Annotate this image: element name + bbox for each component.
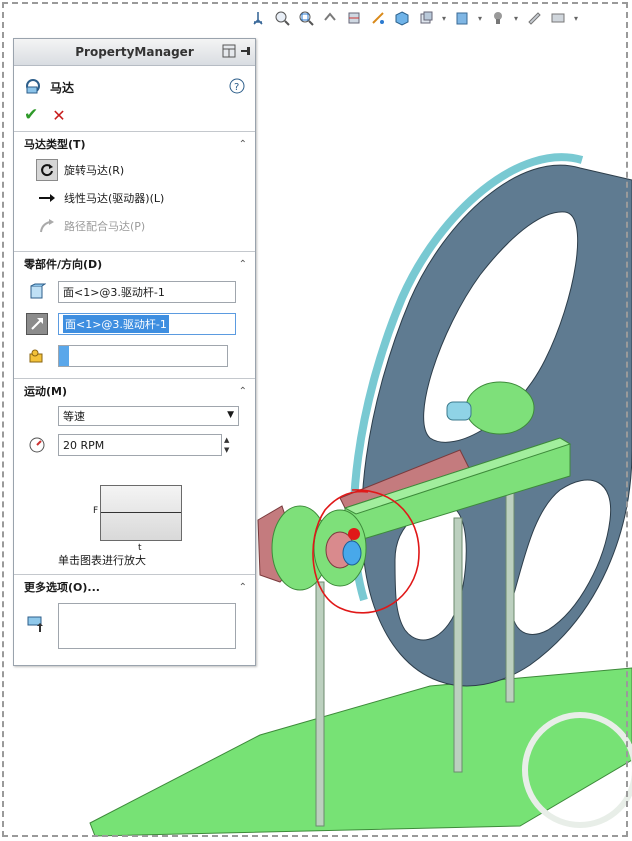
base-plate[interactable]: [89, 667, 632, 837]
dynamic-annotation-icon[interactable]: [368, 8, 388, 28]
motor-type-heading: 马达类型(T): [24, 138, 86, 151]
flywheel-hub[interactable]: [465, 381, 535, 435]
component-direction-section: 零部件/方向(D) ⌃ 面<1>@3.驱动杆-1 面<1>@3.驱动杆-1: [14, 251, 255, 372]
collapse-up-icon[interactable]: ⌃: [239, 582, 247, 593]
collapse-up-icon[interactable]: ⌃: [239, 259, 247, 270]
motion-heading: 运动(M): [24, 385, 68, 398]
support-rod-left[interactable]: [315, 581, 325, 827]
motion-profile-graph[interactable]: F t: [93, 485, 182, 553]
support-rod-right[interactable]: [505, 479, 515, 703]
selected-face-highlight[interactable]: [342, 540, 362, 566]
edit-appearance-icon[interactable]: [452, 8, 472, 28]
speed-input[interactable]: 20 RPM: [58, 434, 222, 456]
check-icon[interactable]: ✔: [24, 105, 38, 125]
section-view-icon[interactable]: [344, 8, 364, 28]
motion-type-value: 等速: [63, 410, 85, 423]
motor-direction-marker: [348, 528, 360, 540]
stepper-down-icon[interactable]: ▼: [224, 445, 229, 455]
hub-pin[interactable]: [446, 401, 472, 421]
feature-title: 马达: [50, 80, 75, 95]
motor-type-section: 马达类型(T) ⌃ 旋转马达(R) 线性马达(驱动器)(L) 路径配合马达(P): [14, 131, 255, 240]
motor-direction-value: 面<1>@3.驱动杆-1: [63, 315, 169, 333]
apply-scene-icon[interactable]: [488, 8, 508, 28]
property-manager-header: PropertyManager: [14, 39, 255, 66]
motor-location-icon: [26, 281, 48, 303]
split-panel-icon[interactable]: [222, 44, 236, 61]
speed-value: 20 RPM: [63, 438, 105, 452]
relative-component-field[interactable]: [58, 345, 228, 367]
more-options-heading: 更多选项(O)...: [24, 581, 100, 594]
load-bearing-faces-icon: [26, 613, 46, 636]
rotary-motor-label: 旋转马达(R): [64, 164, 125, 177]
monitor-icon[interactable]: [548, 8, 568, 28]
hide-show-items-icon[interactable]: [416, 8, 436, 28]
motor-location-value: 面<1>@3.驱动杆-1: [63, 286, 165, 299]
speed-stepper[interactable]: ▲ ▼: [224, 435, 229, 455]
stepper-up-icon[interactable]: ▲: [224, 435, 229, 445]
motor-direction-field[interactable]: 面<1>@3.驱动杆-1: [58, 313, 236, 335]
support-rod-middle[interactable]: [453, 517, 463, 773]
speed-gauge-icon: [26, 434, 48, 456]
property-manager-title: PropertyManager: [75, 45, 194, 59]
path-mate-motor-icon[interactable]: [36, 215, 58, 237]
rotary-motor-icon[interactable]: [36, 159, 58, 181]
zoom-area-icon[interactable]: [296, 8, 316, 28]
chevron-down-icon[interactable]: ▾: [512, 8, 520, 28]
chevron-down-icon[interactable]: ▾: [440, 8, 448, 28]
motor-feature-icon: [24, 77, 42, 98]
linear-motor-icon[interactable]: [36, 187, 58, 209]
view-orientation-icon[interactable]: [248, 8, 268, 28]
option-path-mate-motor[interactable]: 路径配合马达(P): [14, 212, 255, 240]
motion-section: 运动(M) ⌃ 等速 ▼ 20 RPM ▲ ▼ F t 单击图表进行放大: [14, 378, 255, 567]
svg-text:?: ?: [234, 82, 239, 93]
relative-component-icon: [26, 345, 48, 367]
load-bearing-faces-list[interactable]: [58, 603, 236, 649]
chevron-down-icon: ▼: [227, 410, 234, 420]
chevron-down-icon[interactable]: ▾: [476, 8, 484, 28]
motion-type-select[interactable]: 等速 ▼: [58, 406, 239, 426]
pin-icon[interactable]: [239, 44, 251, 61]
motor-location-field[interactable]: 面<1>@3.驱动杆-1: [58, 281, 236, 303]
heads-up-toolbar: ▾ ▾ ▾ ▾: [248, 6, 580, 30]
display-style-icon[interactable]: [392, 8, 412, 28]
zoom-to-fit-icon[interactable]: [272, 8, 292, 28]
collapse-up-icon[interactable]: ⌃: [239, 386, 247, 397]
linear-motor-label: 线性马达(驱动器)(L): [64, 192, 165, 205]
field-focus-bar: [59, 346, 69, 366]
graph-y-label: F: [93, 506, 99, 516]
component-direction-heading: 零部件/方向(D): [24, 258, 103, 271]
reverse-direction-icon[interactable]: [26, 313, 48, 335]
option-linear-motor[interactable]: 线性马达(驱动器)(L): [14, 184, 255, 212]
more-options-section: 更多选项(O)... ⌃: [14, 574, 255, 665]
view-settings-icon[interactable]: [524, 8, 544, 28]
graph-hint: 单击图表进行放大: [58, 554, 146, 567]
collapse-up-icon[interactable]: ⌃: [239, 139, 247, 150]
help-icon[interactable]: ?: [229, 78, 245, 97]
graph-profile-line: [101, 512, 181, 513]
chevron-down-icon[interactable]: ▾: [572, 8, 580, 28]
option-rotary-motor[interactable]: 旋转马达(R): [14, 156, 255, 184]
property-manager: PropertyManager 马达 ? ✔ ✕ 马达类型(T) ⌃ 旋转马达(…: [13, 38, 256, 666]
path-mate-motor-label: 路径配合马达(P): [64, 220, 146, 233]
previous-view-icon[interactable]: [320, 8, 340, 28]
x-icon[interactable]: ✕: [52, 106, 65, 125]
